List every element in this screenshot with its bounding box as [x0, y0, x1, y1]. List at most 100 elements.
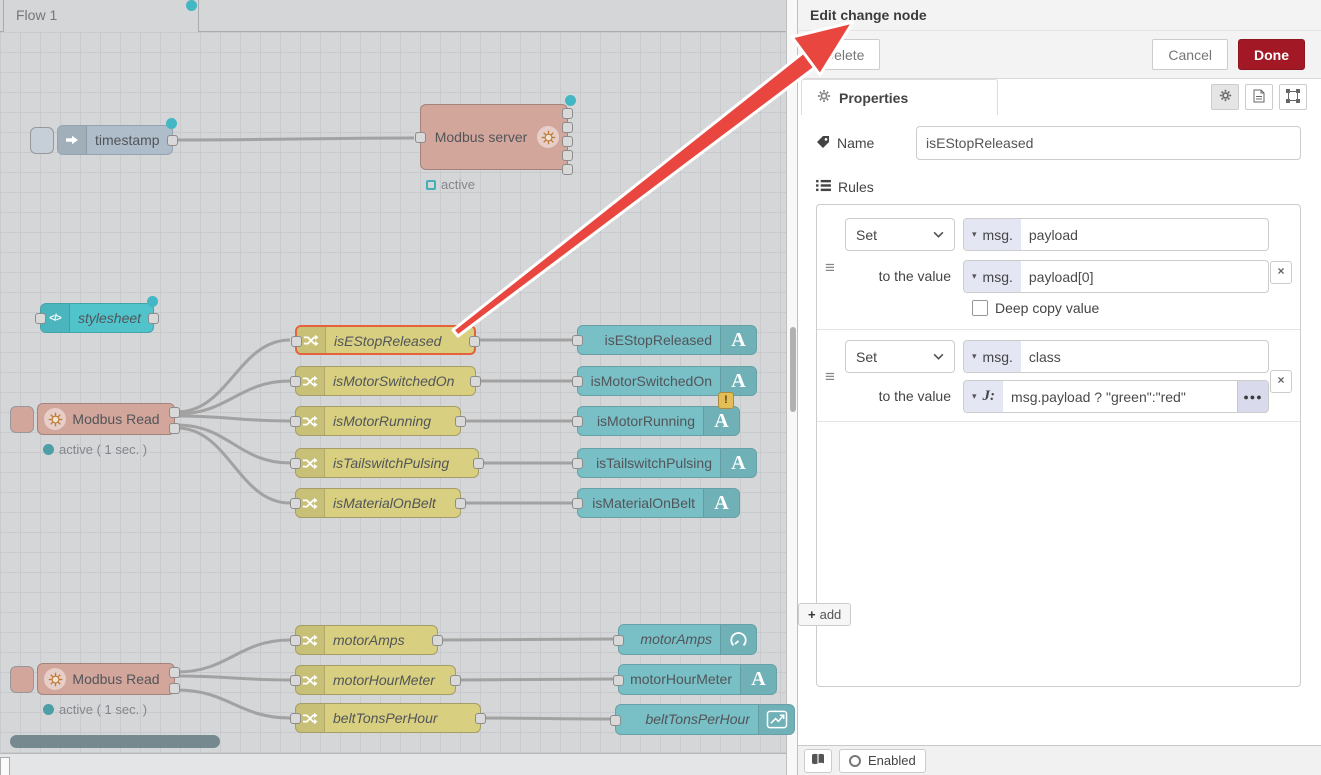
output-port[interactable]: [432, 635, 443, 646]
wire[interactable]: [177, 340, 290, 412]
output-port[interactable]: [169, 423, 180, 434]
vertical-scrollbar-thumb[interactable]: [790, 327, 796, 412]
input-port[interactable]: [290, 675, 301, 686]
input-port[interactable]: [290, 498, 301, 509]
input-port[interactable]: [415, 132, 426, 143]
add-rule-button[interactable]: + add: [798, 603, 851, 626]
wire[interactable]: [177, 428, 290, 503]
change-node-isEStopReleased[interactable]: isEStopReleased: [295, 325, 476, 355]
wire[interactable]: [177, 640, 290, 672]
flow-canvas[interactable]: Flow 1 timestampModbus serveractive</>st…: [0, 0, 797, 775]
horizontal-scrollbar-thumb[interactable]: [10, 735, 220, 748]
change-node-motorHourMeter[interactable]: motorHourMeter: [295, 665, 456, 695]
typedinput-type-button[interactable]: ▾J:: [964, 381, 1003, 412]
input-port[interactable]: [290, 376, 301, 387]
input-port[interactable]: [572, 498, 583, 509]
change-node-isMaterialOnBelt[interactable]: isMaterialOnBelt: [295, 488, 461, 518]
modbus-server-node[interactable]: Modbus server: [420, 104, 568, 170]
output-port[interactable]: [455, 416, 466, 427]
description-view-button[interactable]: [1245, 84, 1273, 110]
chart-node-beltTonsPerHour[interactable]: beltTonsPerHour: [615, 704, 795, 735]
output-port[interactable]: [562, 108, 573, 119]
rule-value-typedinput[interactable]: ▾msg. payload[0]: [963, 260, 1269, 293]
output-port[interactable]: [562, 150, 573, 161]
wire[interactable]: [178, 138, 414, 140]
output-port[interactable]: [169, 407, 180, 418]
inject-timestamp-node[interactable]: timestamp: [57, 125, 173, 155]
delete-button[interactable]: Delete: [808, 39, 880, 70]
rule-row-2[interactable]: ≡ Set ▾msg. class to the value ▾J: msg.p…: [817, 330, 1300, 422]
output-port[interactable]: [167, 135, 178, 146]
typedinput-type-button[interactable]: ▾msg.: [964, 341, 1021, 372]
output-port[interactable]: [450, 675, 461, 686]
change-node-isTailswitchPulsing[interactable]: isTailswitchPulsing: [295, 448, 479, 478]
change-node-motorAmps[interactable]: motorAmps: [295, 625, 438, 655]
wire[interactable]: [177, 416, 290, 421]
input-port[interactable]: [290, 635, 301, 646]
rule-action-select[interactable]: Set: [845, 340, 955, 373]
text-node-isMotorRunning[interactable]: AisMotorRunning: [577, 406, 740, 436]
output-port[interactable]: [169, 667, 180, 678]
gauge-node-motorAmps[interactable]: motorAmps: [618, 624, 757, 655]
wire[interactable]: [482, 718, 610, 719]
modbus-read-node-1[interactable]: Modbus Read: [37, 403, 175, 435]
wire[interactable]: [177, 690, 290, 718]
tab-properties[interactable]: Properties: [801, 79, 998, 115]
input-port[interactable]: [572, 458, 583, 469]
rule-row-1[interactable]: ≡ Set ▾msg. payload to the value ▾msg. p…: [817, 205, 1300, 330]
output-port[interactable]: [562, 136, 573, 147]
input-port[interactable]: [610, 715, 621, 726]
template-stylesheet-node[interactable]: </>stylesheet: [40, 303, 154, 333]
rule-target-typedinput[interactable]: ▾msg. class: [963, 340, 1269, 373]
change-node-isMotorRunning[interactable]: isMotorRunning: [295, 406, 461, 436]
wire[interactable]: [439, 639, 613, 640]
input-port[interactable]: [290, 458, 301, 469]
output-port[interactable]: [148, 313, 159, 324]
expression-editor-button[interactable]: ●●●: [1237, 381, 1268, 412]
remove-rule-button[interactable]: ×: [1270, 370, 1292, 393]
input-port[interactable]: [572, 335, 583, 346]
text-node-isTailswitchPulsing[interactable]: AisTailswitchPulsing: [577, 448, 757, 478]
input-port[interactable]: [613, 635, 624, 646]
text-node-isMaterialOnBelt[interactable]: AisMaterialOnBelt: [577, 488, 740, 518]
done-button[interactable]: Done: [1238, 39, 1305, 70]
output-port[interactable]: [469, 336, 480, 347]
typedinput-type-button[interactable]: ▾msg.: [964, 261, 1021, 292]
output-port[interactable]: [455, 498, 466, 509]
input-port[interactable]: [572, 416, 583, 427]
input-port[interactable]: [35, 313, 46, 324]
wire[interactable]: [457, 679, 613, 680]
modbus-read-node-2[interactable]: Modbus Read: [37, 663, 175, 695]
rule-value-value[interactable]: msg.payload ? "green":"red": [1003, 381, 1186, 412]
name-input[interactable]: [916, 126, 1301, 160]
enabled-toggle-button[interactable]: Enabled: [839, 749, 926, 773]
output-port[interactable]: [470, 376, 481, 387]
deep-copy-checkbox[interactable]: [972, 300, 988, 316]
tab-flow-1[interactable]: Flow 1: [3, 0, 199, 32]
drag-handle-icon[interactable]: ≡: [825, 368, 835, 385]
drag-handle-icon[interactable]: ≡: [825, 259, 835, 276]
output-port[interactable]: [169, 683, 180, 694]
typedinput-type-button[interactable]: ▾msg.: [964, 219, 1021, 250]
input-port[interactable]: [290, 416, 301, 427]
input-port[interactable]: [572, 376, 583, 387]
output-port[interactable]: [475, 713, 486, 724]
rule-value-typedinput[interactable]: ▾J: msg.payload ? "green":"red" ●●●: [963, 380, 1269, 413]
vertical-scrollbar[interactable]: [786, 0, 797, 775]
input-port[interactable]: [290, 713, 301, 724]
rule-target-value[interactable]: class: [1021, 341, 1061, 372]
appearance-view-button[interactable]: [1279, 84, 1307, 110]
input-port[interactable]: [291, 336, 302, 347]
output-port[interactable]: [473, 458, 484, 469]
change-node-isMotorSwitchedOn[interactable]: isMotorSwitchedOn: [295, 366, 476, 396]
output-port[interactable]: [562, 164, 573, 175]
input-port[interactable]: [613, 675, 624, 686]
wire[interactable]: [177, 676, 290, 680]
remove-rule-button[interactable]: ×: [1270, 261, 1292, 284]
rule-value-value[interactable]: payload[0]: [1021, 261, 1094, 292]
output-port[interactable]: [562, 122, 573, 133]
text-node-motorHourMeter[interactable]: AmotorHourMeter: [618, 664, 777, 695]
rule-target-value[interactable]: payload: [1021, 219, 1078, 250]
rule-target-typedinput[interactable]: ▾msg. payload: [963, 218, 1269, 251]
properties-view-button[interactable]: [1211, 84, 1239, 110]
